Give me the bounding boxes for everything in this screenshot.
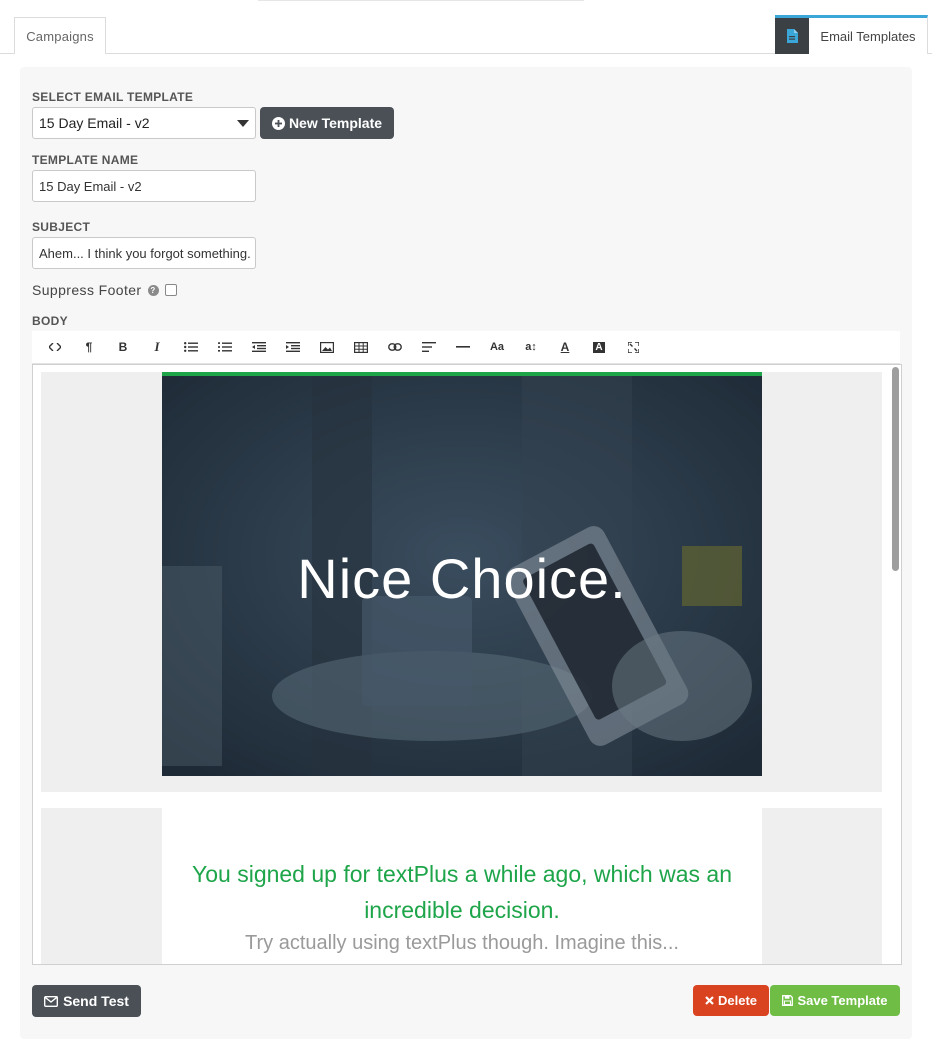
- email-body-section: You signed up for textPlus a while ago, …: [41, 808, 882, 964]
- tab-email-templates-label: Email Templates: [820, 28, 916, 44]
- delete-button[interactable]: Delete: [693, 985, 769, 1016]
- background-color-icon[interactable]: A: [582, 331, 616, 364]
- tab-email-templates[interactable]: Email Templates: [775, 15, 928, 54]
- paragraph-icon[interactable]: ¶: [72, 331, 106, 364]
- font-color-icon[interactable]: A: [548, 331, 582, 364]
- template-name-label: TEMPLATE NAME: [32, 153, 139, 167]
- align-left-icon[interactable]: [412, 331, 446, 364]
- body-editor[interactable]: Nice Choice. You signed up for textPlus …: [32, 364, 902, 965]
- hero-image: Nice Choice.: [162, 372, 762, 776]
- image-icon[interactable]: [310, 331, 344, 364]
- fullscreen-icon[interactable]: [616, 331, 650, 364]
- hero-section: Nice Choice.: [41, 372, 882, 792]
- save-template-button[interactable]: Save Template: [770, 985, 900, 1016]
- ordered-list-icon[interactable]: [208, 331, 242, 364]
- email-headline: You signed up for textPlus a while ago, …: [192, 861, 732, 923]
- subject-input[interactable]: Ahem... I think you forgot something.: [32, 237, 256, 269]
- question-icon[interactable]: ?: [147, 284, 159, 296]
- email-subtext: Try actually using textPlus though. Imag…: [245, 932, 679, 954]
- body-label: BODY: [32, 314, 68, 328]
- suppress-footer-label: Suppress Footer: [32, 282, 142, 298]
- italic-icon[interactable]: I: [140, 331, 174, 364]
- horizontal-rule-icon[interactable]: [446, 331, 480, 364]
- save-template-label: Save Template: [797, 993, 888, 1008]
- new-template-button[interactable]: New Template: [260, 107, 394, 139]
- editor-scrollbar[interactable]: [892, 367, 899, 571]
- code-view-icon[interactable]: [38, 331, 72, 364]
- document-icon: [775, 18, 809, 54]
- delete-label: Delete: [717, 993, 758, 1008]
- close-icon: [705, 996, 714, 1005]
- send-test-button[interactable]: Send Test: [32, 985, 141, 1017]
- new-template-label: New Template: [288, 115, 383, 131]
- subject-label: SUBJECT: [32, 220, 91, 234]
- tab-campaigns-label: Campaigns: [26, 28, 94, 44]
- indent-icon[interactable]: [276, 331, 310, 364]
- hero-title: Nice Choice.: [297, 547, 627, 610]
- font-size-icon[interactable]: Aa: [480, 331, 514, 364]
- send-test-label: Send Test: [63, 993, 129, 1009]
- outdent-icon[interactable]: [242, 331, 276, 364]
- tab-bar: Campaigns Email Templates: [0, 0, 932, 54]
- email-body-card: You signed up for textPlus a while ago, …: [162, 808, 762, 964]
- editor-toolbar: ¶ B I Aa a↕ A A: [32, 331, 900, 364]
- line-height-icon[interactable]: a↕: [514, 331, 548, 364]
- suppress-footer-row: Suppress Footer ?: [32, 282, 177, 298]
- caret-down-icon: [237, 120, 249, 127]
- link-icon[interactable]: [378, 331, 412, 364]
- plus-circle-icon: [271, 116, 285, 130]
- floppy-disk-icon: [782, 995, 794, 1006]
- tab-campaigns[interactable]: Campaigns: [14, 17, 106, 54]
- template-name-input[interactable]: 15 Day Email - v2: [32, 170, 256, 202]
- template-select[interactable]: 15 Day Email - v2: [32, 107, 256, 139]
- template-select-value: 15 Day Email - v2: [39, 115, 150, 131]
- select-template-label: SELECT EMAIL TEMPLATE: [32, 90, 194, 104]
- suppress-footer-checkbox[interactable]: [164, 284, 177, 296]
- envelope-icon: [44, 995, 59, 1007]
- table-icon[interactable]: [344, 331, 378, 364]
- bold-icon[interactable]: B: [106, 331, 140, 364]
- unordered-list-icon[interactable]: [174, 331, 208, 364]
